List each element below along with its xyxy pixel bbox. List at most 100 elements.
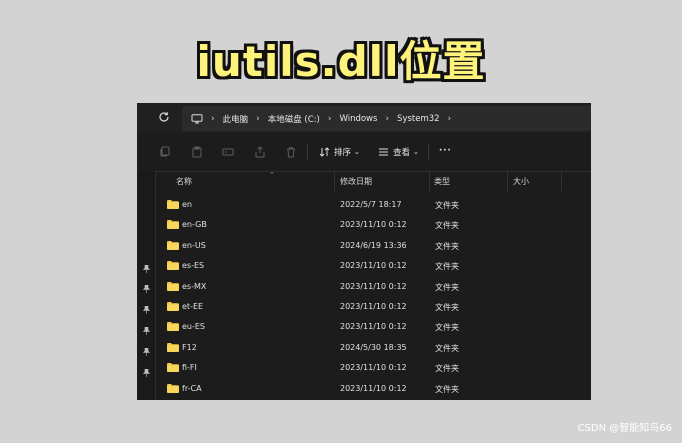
column-name[interactable]: 名称 bbox=[176, 176, 192, 187]
refresh-icon[interactable] bbox=[157, 110, 171, 124]
chevron-right-icon[interactable]: › bbox=[328, 114, 332, 124]
breadcrumb-system32[interactable]: System32 bbox=[397, 114, 440, 124]
column-header: ⌃ 名称 修改日期 类型 大小 bbox=[156, 171, 591, 191]
file-type: 文件夹 bbox=[435, 384, 459, 394]
file-modified: 2023/11/10 0:12 bbox=[340, 281, 407, 291]
column-type[interactable]: 类型 bbox=[434, 176, 450, 187]
file-type: 文件夹 bbox=[435, 303, 459, 312]
file-modified: 2023/11/10 0:12 bbox=[340, 383, 407, 393]
list-item[interactable]: en-GB 2023/11/10 0:12 文件夹 bbox=[156, 215, 591, 235]
file-modified: 2022/5/7 18:17 bbox=[340, 200, 402, 209]
pin-icon[interactable] bbox=[143, 306, 150, 314]
view-icon bbox=[379, 148, 388, 156]
column-divider[interactable] bbox=[507, 171, 508, 191]
folder-icon bbox=[167, 220, 179, 230]
breadcrumb[interactable]: › 此电脑 › 本地磁盘 (C:) › Windows › System32 › bbox=[182, 106, 591, 131]
list-item[interactable]: fi-FI 2023/11/10 0:12 文件夹 bbox=[156, 358, 591, 378]
list-item[interactable]: fr-CA 2023/11/10 0:12 文件夹 bbox=[156, 379, 591, 399]
paste-icon[interactable] bbox=[191, 146, 203, 158]
delete-icon[interactable] bbox=[285, 146, 297, 158]
toolbar-divider bbox=[428, 144, 429, 160]
list-item[interactable]: F12 2024/5/30 18:35 文件夹 bbox=[156, 338, 591, 358]
file-modified: 2023/11/10 0:12 bbox=[340, 363, 407, 373]
address-bar: › 此电脑 › 本地磁盘 (C:) › Windows › System32 › bbox=[137, 103, 591, 133]
sort-ascending-icon: ⌃ bbox=[269, 171, 275, 179]
file-modified: 2023/11/10 0:12 bbox=[340, 220, 407, 230]
chevron-right-icon[interactable]: › bbox=[448, 114, 452, 124]
file-modified: 2023/11/10 0:12 bbox=[340, 302, 407, 311]
chevron-right-icon[interactable]: › bbox=[256, 114, 260, 124]
folder-icon bbox=[167, 342, 179, 352]
list-item[interactable]: en 2022/5/7 18:17 文件夹 bbox=[156, 195, 591, 215]
file-modified: 2023/11/10 0:12 bbox=[340, 261, 407, 271]
file-name: eu-ES bbox=[182, 322, 206, 332]
column-divider[interactable] bbox=[429, 171, 430, 191]
banner-title: iutils.dll位置 bbox=[196, 37, 486, 86]
list-item[interactable]: es-MX 2023/11/10 0:12 文件夹 bbox=[156, 277, 591, 297]
file-type: 文件夹 bbox=[435, 241, 459, 251]
file-type: 文件夹 bbox=[435, 282, 459, 292]
file-explorer-window: › 此电脑 › 本地磁盘 (C:) › Windows › System32 › bbox=[137, 103, 591, 400]
navigation-pane bbox=[137, 171, 156, 400]
pin-icon[interactable] bbox=[143, 348, 150, 356]
breadcrumb-windows[interactable]: Windows bbox=[339, 114, 377, 124]
copy-icon[interactable] bbox=[159, 146, 171, 158]
folder-icon bbox=[167, 302, 179, 311]
list-item[interactable]: et-EE 2023/11/10 0:12 文件夹 bbox=[156, 297, 591, 317]
chevron-down-icon: ⌄ bbox=[413, 148, 419, 156]
file-name: en-GB bbox=[182, 220, 207, 230]
file-name: es-ES bbox=[182, 261, 205, 271]
pin-icon[interactable] bbox=[143, 265, 150, 273]
file-name: en-US bbox=[182, 240, 206, 250]
file-type: 文件夹 bbox=[435, 201, 459, 210]
command-bar: 排序 ⌄ 查看 ⌄ ··· bbox=[137, 134, 591, 172]
file-name: et-EE bbox=[182, 302, 204, 311]
pin-icon[interactable] bbox=[143, 369, 150, 377]
list-item[interactable]: eu-ES 2023/11/10 0:12 文件夹 bbox=[156, 317, 591, 337]
folder-icon bbox=[167, 363, 179, 373]
file-name: fr-CA bbox=[182, 383, 202, 393]
sort-label: 排序 bbox=[334, 148, 352, 158]
file-modified: 2023/11/10 0:12 bbox=[340, 322, 407, 332]
more-options-button[interactable]: ··· bbox=[439, 146, 452, 156]
toolbar-divider bbox=[307, 144, 308, 160]
file-name: F12 bbox=[182, 342, 197, 352]
file-type: 文件夹 bbox=[435, 343, 459, 353]
file-type: 文件夹 bbox=[435, 323, 459, 333]
sort-button[interactable]: 排序 ⌄ bbox=[319, 146, 360, 158]
folder-icon bbox=[167, 240, 179, 250]
breadcrumb-this-pc[interactable]: 此电脑 bbox=[223, 113, 249, 125]
chevron-right-icon[interactable]: › bbox=[385, 114, 389, 124]
file-type: 文件夹 bbox=[435, 262, 459, 272]
view-label: 查看 bbox=[393, 148, 411, 158]
sort-icon bbox=[319, 147, 330, 157]
file-modified: 2024/6/19 13:36 bbox=[340, 240, 407, 250]
pin-icon[interactable] bbox=[143, 285, 150, 293]
file-modified: 2024/5/30 18:35 bbox=[340, 342, 407, 352]
folder-icon bbox=[167, 261, 179, 271]
breadcrumb-local-disk[interactable]: 本地磁盘 (C:) bbox=[268, 113, 320, 125]
computer-icon[interactable] bbox=[191, 113, 203, 124]
folder-icon bbox=[167, 322, 179, 332]
list-item[interactable]: es-ES 2023/11/10 0:12 文件夹 bbox=[156, 256, 591, 276]
rename-icon[interactable] bbox=[222, 146, 234, 158]
column-divider[interactable] bbox=[561, 171, 562, 191]
file-name: en bbox=[182, 200, 192, 209]
file-type: 文件夹 bbox=[435, 221, 459, 231]
view-button[interactable]: 查看 ⌄ bbox=[378, 146, 419, 158]
pin-icon[interactable] bbox=[143, 327, 150, 335]
column-size[interactable]: 大小 bbox=[513, 176, 529, 187]
chevron-down-icon: ⌄ bbox=[354, 148, 360, 156]
watermark: CSDN @智能知鸟66 bbox=[577, 423, 672, 434]
folder-icon bbox=[167, 281, 179, 291]
column-modified[interactable]: 修改日期 bbox=[340, 176, 372, 187]
file-name: fi-FI bbox=[182, 363, 197, 373]
folder-icon bbox=[167, 200, 179, 209]
file-name: es-MX bbox=[182, 281, 207, 291]
column-divider[interactable] bbox=[334, 171, 335, 191]
list-item[interactable]: en-US 2024/6/19 13:36 文件夹 bbox=[156, 236, 591, 256]
chevron-right-icon[interactable]: › bbox=[211, 114, 215, 124]
file-type: 文件夹 bbox=[435, 364, 459, 374]
folder-icon bbox=[167, 383, 179, 393]
share-icon[interactable] bbox=[254, 146, 266, 158]
